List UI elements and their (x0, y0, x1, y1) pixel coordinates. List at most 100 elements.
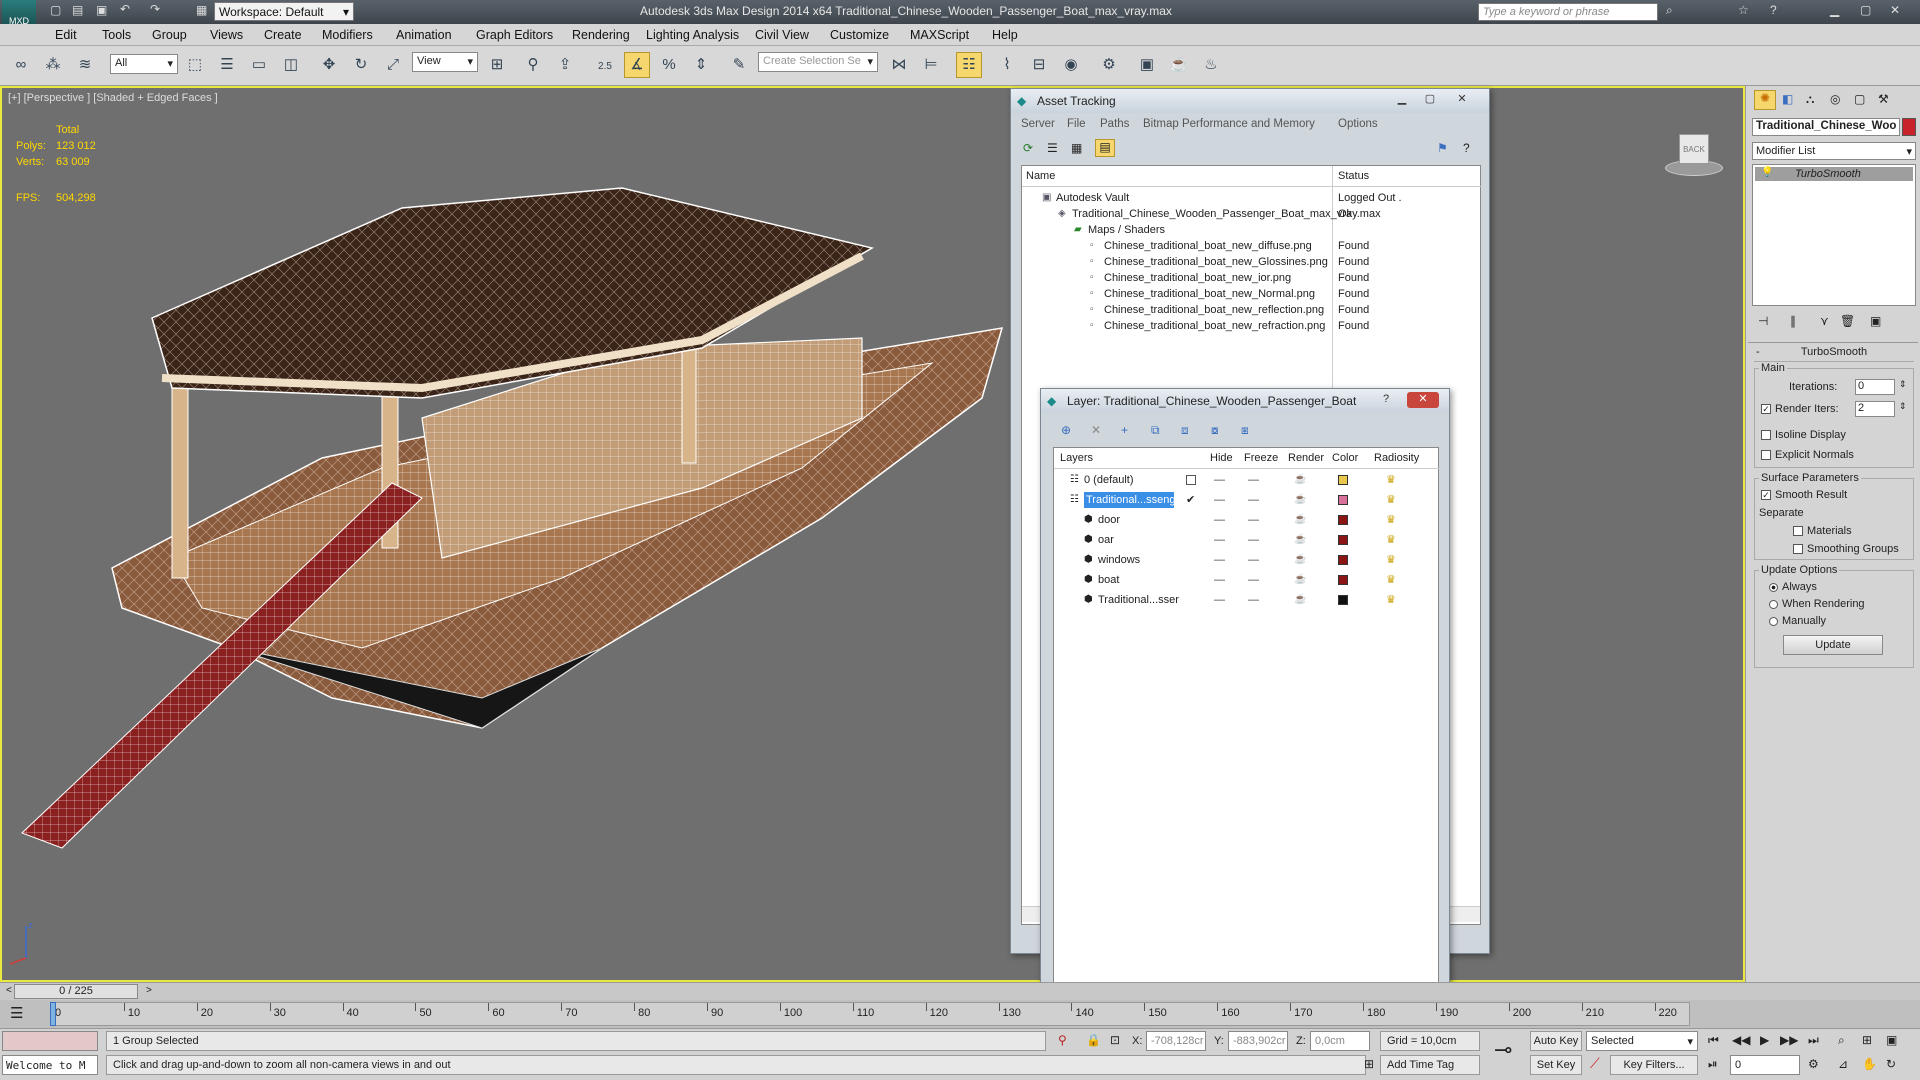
star-icon[interactable]: ☆ (1738, 3, 1749, 17)
save-icon[interactable]: ▣ (96, 3, 107, 17)
freeze-toggle[interactable]: — (1248, 572, 1259, 588)
render-teapot-icon[interactable]: ☕ (1294, 592, 1306, 608)
selection-filter-dropdown[interactable]: All ▾ (110, 54, 178, 74)
viewcube[interactable]: BACK (1657, 128, 1727, 178)
render-teapot-icon[interactable]: ☕ (1294, 512, 1306, 528)
menu-civil-view[interactable]: Civil View (755, 28, 809, 42)
freeze-toggle[interactable]: — (1248, 472, 1259, 488)
current-frame-field[interactable]: 0 (1730, 1055, 1800, 1075)
snaps-toggle-icon[interactable]: 2.5 (592, 52, 618, 78)
angle-snap-icon[interactable]: ∡ (624, 52, 650, 78)
pan-icon[interactable]: ✋ (1862, 1057, 1877, 1071)
workspace-dropdown[interactable]: Workspace: Default ▾ (214, 2, 354, 21)
maxscript-listener[interactable] (2, 1031, 98, 1051)
menu-customize[interactable]: Customize (830, 28, 889, 42)
asset-row[interactable]: ▫ Chinese_traditional_boat_new_reflection… (1022, 302, 1480, 318)
materials-checkbox[interactable] (1793, 526, 1803, 537)
layer-col-freeze[interactable]: Freeze (1244, 452, 1278, 464)
key-mode-icon[interactable]: ⟋ (1590, 1055, 1600, 1072)
smooth-result-checkbox[interactable]: ✓ (1761, 490, 1771, 501)
make-unique-icon[interactable]: ⋎ (1820, 314, 1829, 328)
hide-toggle[interactable]: — (1214, 572, 1225, 588)
manually-row[interactable]: Manually (1769, 615, 1826, 627)
select-objects-icon[interactable]: ⧉ (1151, 423, 1160, 438)
menu-group[interactable]: Group (152, 28, 187, 42)
hide-all-icon[interactable]: ⧇ (1211, 423, 1219, 438)
menu-tools[interactable]: Tools (102, 28, 131, 42)
asset-minimize-button[interactable]: ▁ (1391, 92, 1413, 108)
menu-edit[interactable]: Edit (55, 28, 77, 42)
always-radio[interactable] (1769, 582, 1778, 592)
explicit-normals-row[interactable]: Explicit Normals (1761, 449, 1854, 461)
freeze-toggle[interactable]: — (1248, 592, 1259, 608)
unlink-icon[interactable]: ⁂ (40, 52, 66, 78)
maximize-button[interactable]: ▢ (1860, 3, 1871, 17)
spinner-snap-icon[interactable]: ⇕ (688, 52, 714, 78)
render-teapot-icon[interactable]: ☕ (1294, 532, 1306, 548)
asset-row[interactable]: ▣ Autodesk Vault Logged Out . (1022, 190, 1480, 206)
display-tab-icon[interactable]: ▢ (1854, 92, 1865, 106)
render-teapot-icon[interactable]: ♨ (1198, 52, 1224, 78)
asset-maximize-button[interactable]: ▢ (1419, 92, 1441, 108)
layer-color-swatch[interactable] (1338, 475, 1348, 485)
isoline-display-row[interactable]: Isoline Display (1761, 429, 1846, 441)
redo-icon[interactable]: ↷ (150, 2, 160, 16)
menu-rendering[interactable]: Rendering (572, 28, 630, 42)
hide-toggle[interactable]: — (1214, 512, 1225, 528)
materials-row[interactable]: Materials (1793, 525, 1852, 537)
configure-sets-icon[interactable]: ▣ (1870, 314, 1881, 328)
x-coord-field[interactable]: -708,128cr (1146, 1031, 1206, 1051)
layer-help-button[interactable]: ? (1375, 392, 1397, 408)
add-time-tag-button[interactable]: Add Time Tag (1380, 1055, 1480, 1075)
lightbulb-icon[interactable]: 💡 (1761, 167, 1773, 178)
open-icon[interactable]: ▤ (72, 3, 83, 17)
modify-tab-icon[interactable]: ◧ (1782, 92, 1793, 106)
smoothing-groups-row[interactable]: Smoothing Groups (1793, 543, 1899, 555)
render-teapot-icon[interactable]: ☕ (1294, 492, 1306, 508)
object-color-swatch[interactable] (1902, 118, 1916, 136)
modifier-list-dropdown[interactable]: Modifier List ▾ (1752, 142, 1916, 160)
smoothing-groups-checkbox[interactable] (1793, 544, 1803, 555)
explicit-normals-checkbox[interactable] (1761, 450, 1771, 461)
layer-color-swatch[interactable] (1338, 595, 1348, 605)
time-slider-thumb[interactable]: 0 / 225 (14, 984, 138, 999)
select-by-name-icon[interactable]: ☰ (214, 52, 240, 78)
undo-icon[interactable]: ↶ (120, 2, 130, 16)
render-teapot-icon[interactable]: ☕ (1294, 552, 1306, 568)
asset-menu-options[interactable]: Options (1338, 118, 1378, 130)
render-teapot-icon[interactable]: ☕ (1294, 572, 1306, 588)
radiosity-icon[interactable]: ♛ (1386, 532, 1396, 548)
go-to-start-icon[interactable]: ⏮ (1708, 1033, 1719, 1048)
link-icon[interactable]: ∞ (8, 52, 34, 78)
layer-color-swatch[interactable] (1338, 495, 1348, 505)
asset-row[interactable]: ▫ Chinese_traditional_boat_new_ior.png Fou… (1022, 270, 1480, 286)
active-layer-check[interactable]: ✔ (1186, 492, 1195, 508)
menu-graph-editors[interactable]: Graph Editors (476, 28, 553, 42)
col-header-name[interactable]: Name (1026, 170, 1055, 182)
iterations-spin-arrows[interactable]: ⇕ (1899, 379, 1907, 390)
delete-layer-icon[interactable]: ✕ (1091, 423, 1101, 437)
ref-coord-dropdown[interactable]: View ▾ (412, 52, 478, 72)
layer-row[interactable]: ☷ 0 (default) — — ☕ ♛ (1054, 472, 1438, 490)
render-iters-spin-arrows[interactable]: ⇕ (1899, 401, 1907, 412)
layer-row[interactable]: ⬢ door — — ☕ ♛ (1054, 512, 1438, 530)
render-setup-icon[interactable]: ⚙ (1096, 52, 1122, 78)
bind-spacewarp-icon[interactable]: ≋ (72, 52, 98, 78)
welcome-field[interactable]: Welcome to M (2, 1055, 98, 1075)
layer-col-color[interactable]: Color (1332, 452, 1358, 464)
smooth-result-row[interactable]: ✓ Smooth Result (1761, 489, 1847, 501)
material-editor-icon[interactable]: ◉ (1058, 52, 1084, 78)
thumbnail-view-icon[interactable]: ▦ (1071, 141, 1082, 155)
boat-model[interactable] (2, 88, 1022, 948)
edit-named-sets-icon[interactable]: ✎ (726, 52, 752, 78)
layer-color-swatch[interactable] (1338, 555, 1348, 565)
radiosity-icon[interactable]: ♛ (1386, 552, 1396, 568)
always-row[interactable]: Always (1769, 581, 1817, 593)
selection-set-dropdown[interactable]: Create Selection Se ▾ (758, 52, 878, 72)
freeze-toggle[interactable]: — (1248, 552, 1259, 568)
layer-manager-icon[interactable]: ☷ (956, 52, 982, 78)
orbit-icon[interactable]: ↻ (1886, 1057, 1896, 1071)
when-rendering-radio[interactable] (1769, 599, 1778, 609)
time-next-icon[interactable]: > (146, 985, 152, 996)
menu-create[interactable]: Create (264, 28, 302, 42)
